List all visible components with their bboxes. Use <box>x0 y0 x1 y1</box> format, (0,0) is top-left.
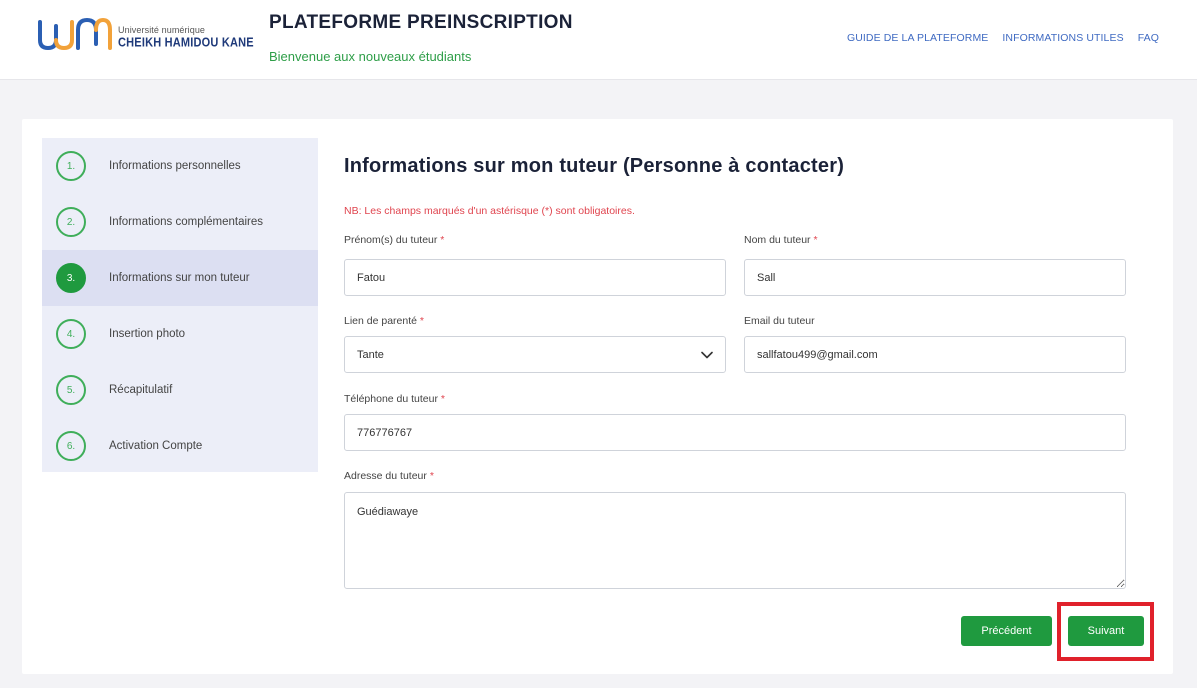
required-mark: * <box>440 234 445 246</box>
adresse-textarea[interactable]: Guédiawaye <box>344 492 1126 589</box>
step-label: Informations personnelles <box>109 160 241 172</box>
app-title: PLATEFORME PREINSCRIPTION <box>269 12 573 33</box>
nav-guide-link[interactable]: GUIDE DE LA PLATEFORME <box>847 32 988 44</box>
step-label: Informations sur mon tuteur <box>109 272 250 284</box>
nom-label-text: Nom du tuteur <box>744 234 811 246</box>
prenom-input[interactable] <box>344 259 726 296</box>
lien-label-text: Lien de parenté <box>344 315 417 327</box>
required-mark: * <box>440 393 446 405</box>
step-label: Récapitulatif <box>109 384 173 396</box>
top-nav: GUIDE DE LA PLATEFORME INFORMATIONS UTIL… <box>847 32 1159 44</box>
lien-label: Lien de parenté * <box>344 315 424 327</box>
required-mark: * <box>429 470 434 482</box>
telephone-label-text: Téléphone du tuteur <box>344 393 438 405</box>
top-header: Université numérique CHEIKH HAMIDOU KANE… <box>0 0 1197 80</box>
logo-text-line2: CHEIKH HAMIDOU KANE <box>118 36 254 50</box>
step-recapitulatif[interactable]: 5. Récapitulatif <box>42 362 318 418</box>
adresse-label-text: Adresse du tuteur <box>344 470 427 482</box>
step-label: Activation Compte <box>109 440 203 452</box>
email-input[interactable] <box>744 336 1126 373</box>
previous-button[interactable]: Précédent <box>961 616 1052 646</box>
step-number: 3. <box>56 263 86 293</box>
step-number: 6. <box>56 431 86 461</box>
nav-faq-link[interactable]: FAQ <box>1138 32 1159 44</box>
chevron-down-icon <box>701 351 713 359</box>
nom-label: Nom du tuteur * <box>744 234 818 246</box>
prenom-label: Prénom(s) du tuteur * <box>344 234 444 246</box>
form-card: 1. Informations personnelles 2. Informat… <box>22 119 1173 674</box>
step-informations-tuteur[interactable]: 3. Informations sur mon tuteur <box>42 250 318 306</box>
logo-text-line1: Université numérique <box>118 25 206 35</box>
email-label-text: Email du tuteur <box>744 315 815 327</box>
step-insertion-photo[interactable]: 4. Insertion photo <box>42 306 318 362</box>
nom-input[interactable] <box>744 259 1126 296</box>
step-activation-compte[interactable]: 6. Activation Compte <box>42 418 318 474</box>
next-button-highlight <box>1057 602 1154 661</box>
required-mark: * <box>813 234 818 246</box>
steps-sidebar: 1. Informations personnelles 2. Informat… <box>42 138 318 472</box>
step-informations-personnelles[interactable]: 1. Informations personnelles <box>42 138 318 194</box>
required-fields-note: NB: Les champs marqués d'un astérisque (… <box>344 205 635 217</box>
step-label: Informations complémentaires <box>109 216 264 228</box>
prenom-label-text: Prénom(s) du tuteur <box>344 234 438 246</box>
step-number: 2. <box>56 207 86 237</box>
step-number: 5. <box>56 375 86 405</box>
lien-select-value: Tante <box>357 348 384 361</box>
form-title: Informations sur mon tuteur (Personne à … <box>344 155 845 177</box>
adresse-label: Adresse du tuteur * <box>344 470 434 482</box>
university-logo[interactable]: Université numérique CHEIKH HAMIDOU KANE <box>36 14 254 54</box>
app-subtitle: Bienvenue aux nouveaux étudiants <box>269 49 472 64</box>
step-informations-complementaires[interactable]: 2. Informations complémentaires <box>42 194 318 250</box>
step-number: 4. <box>56 319 86 349</box>
step-number: 1. <box>56 151 86 181</box>
nav-infos-link[interactable]: INFORMATIONS UTILES <box>1002 32 1123 44</box>
step-label: Insertion photo <box>109 328 186 340</box>
email-label: Email du tuteur <box>744 315 815 327</box>
lien-select[interactable]: Tante <box>344 336 726 373</box>
telephone-label: Téléphone du tuteur * <box>344 393 445 405</box>
telephone-input[interactable] <box>344 414 1126 451</box>
required-mark: * <box>419 315 424 327</box>
logo-mark-icon <box>38 17 112 51</box>
